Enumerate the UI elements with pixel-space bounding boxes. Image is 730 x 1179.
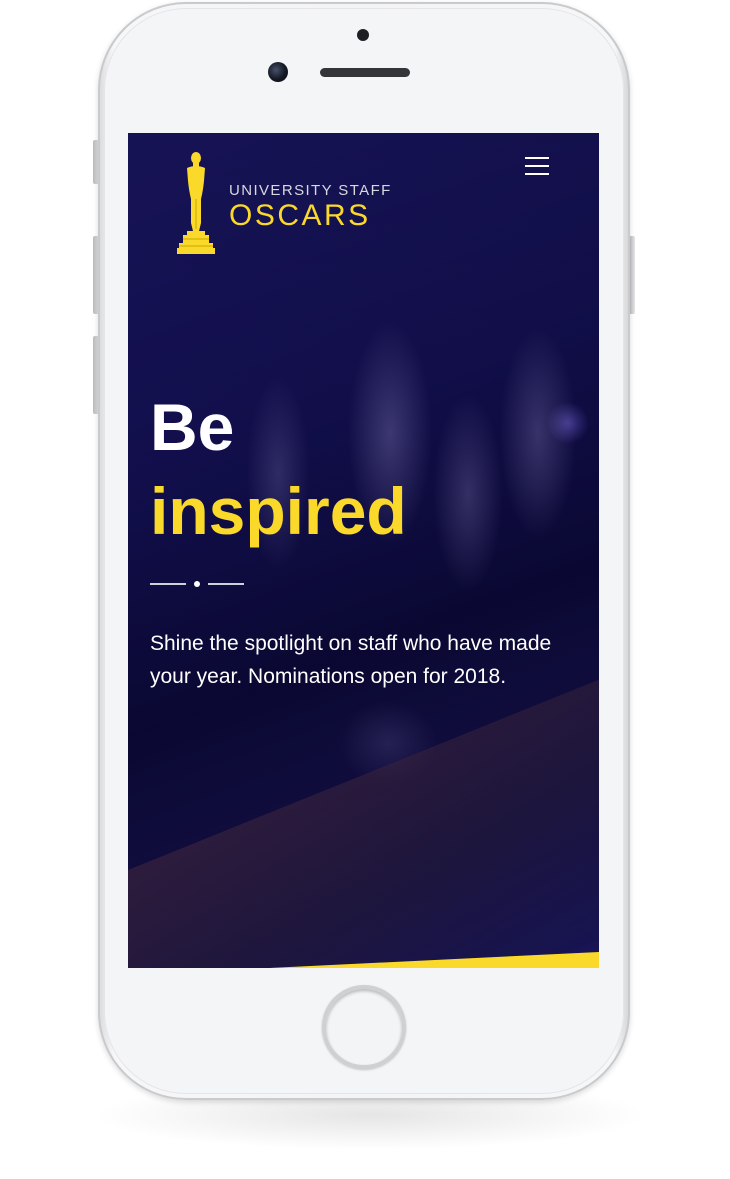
menu-bar: [525, 157, 549, 159]
menu-bar: [525, 173, 549, 175]
proximity-sensor: [357, 29, 369, 41]
hero-divider: [150, 581, 246, 587]
logo-line-oscars: OSCARS: [229, 198, 371, 232]
hero-title-line1: Be: [150, 390, 235, 464]
hero-description: Shine the spotlight on staff who have ma…: [150, 632, 552, 688]
front-camera: [268, 62, 288, 82]
mockup-stage: UNIVERSITY STAFF OSCARS Be inspired Shin…: [0, 0, 730, 1179]
divider-dot: [194, 581, 200, 587]
site-logo[interactable]: UNIVERSITY STAFF OSCARS: [173, 151, 392, 255]
earpiece-speaker: [320, 68, 410, 77]
menu-bar: [525, 165, 549, 167]
logo-wordmark: UNIVERSITY STAFF OSCARS: [229, 182, 392, 233]
divider-line-left: [150, 583, 186, 585]
home-button[interactable]: [322, 985, 406, 1069]
hamburger-menu-icon[interactable]: [525, 157, 549, 177]
hero-title: Be inspired: [150, 385, 407, 553]
logo-line-university-staff: UNIVERSITY STAFF: [229, 181, 392, 199]
phone-screen: UNIVERSITY STAFF OSCARS Be inspired Shin…: [128, 133, 599, 968]
divider-line-right: [208, 583, 244, 585]
hero-title-line2: inspired: [150, 474, 407, 548]
oscar-statuette-icon: [177, 152, 215, 254]
